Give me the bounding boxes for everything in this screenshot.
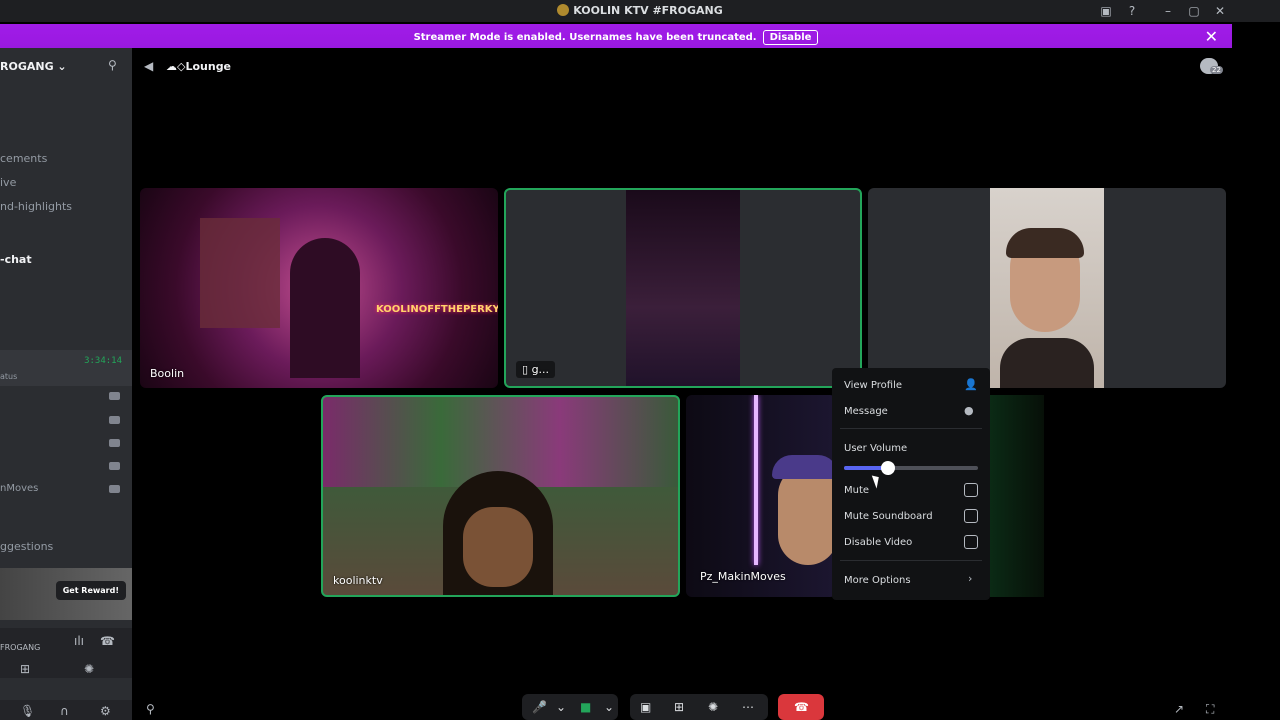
screen-share-icon[interactable]: ▣ [640, 700, 651, 714]
participant-count-badge: 22 [1210, 66, 1223, 74]
soundboard-icon[interactable]: ✺ [84, 662, 94, 676]
video-icon [109, 416, 120, 424]
participant-name: Pz_MakinMoves [700, 570, 786, 583]
more-icon[interactable]: ⋯ [742, 700, 754, 714]
participant-name: Boolin [150, 367, 185, 380]
mute-item[interactable]: Mute [844, 485, 869, 496]
video-tile-selected[interactable]: ▯ g... [504, 188, 862, 388]
video-stream [990, 188, 1104, 388]
video-icon [109, 485, 120, 493]
slider-handle[interactable] [881, 461, 896, 475]
channel-item[interactable]: nd-highlights [0, 200, 72, 213]
chat-bubble-icon: ● [964, 404, 974, 417]
disable-video-checkbox[interactable] [964, 535, 978, 549]
message-item[interactable]: Message [844, 406, 888, 417]
user-icon: 👤 [964, 378, 978, 391]
channel-item-active[interactable]: -chat [0, 253, 32, 266]
banner-text: Streamer Mode is enabled. Usernames have… [413, 32, 757, 43]
streamer-mode-banner: Streamer Mode is enabled. Usernames have… [0, 24, 1232, 48]
channel-item[interactable]: cements [0, 152, 47, 165]
pop-out-icon[interactable]: ↗ [1174, 702, 1184, 716]
headphones-icon[interactable]: ∩ [60, 704, 69, 718]
video-icon [109, 392, 120, 400]
user-context-menu: View Profile 👤 Message ● User Volume Mut… [832, 368, 990, 600]
activities-icon[interactable]: ⊞ [20, 662, 30, 676]
close-window-button[interactable]: ✕ [1212, 3, 1228, 19]
maximize-button[interactable]: ▢ [1186, 3, 1202, 19]
microphone-icon[interactable]: 🎙 [20, 704, 35, 718]
invite-people-icon[interactable]: ⚲ [146, 702, 155, 716]
video-icon [109, 462, 120, 470]
activities-icon[interactable]: ⊞ [674, 700, 684, 714]
disable-button[interactable]: Disable [762, 30, 819, 45]
video-tile-partial[interactable] [990, 395, 1044, 597]
activity-controls: ▣ ⊞ ✺ ⋯ [630, 694, 768, 720]
channel-sidebar: ROGANG ⌄ ⚲ cements ive nd-highlights -ch… [0, 48, 132, 720]
invite-icon[interactable]: ⚲ [108, 58, 117, 72]
mic-camera-controls: 🎤 ⌄ ■ ⌄ [522, 694, 618, 720]
voice-timer: 3:34:14 [84, 356, 122, 366]
mobile-icon: ▯ [522, 363, 532, 376]
user-volume-slider[interactable] [844, 461, 978, 475]
voice-connection-panel: FROGANG ılı ☎ ⊞ ✺ [0, 628, 132, 678]
reward-banner: Get Reward! [0, 568, 132, 620]
fullscreen-icon[interactable]: ⛶ [1206, 702, 1214, 717]
disconnect-icon[interactable]: ☎ [100, 634, 115, 648]
video-tile-selected[interactable]: koolinktv [321, 395, 680, 597]
led-strip [754, 395, 758, 565]
mute-soundboard-item[interactable]: Mute Soundboard [844, 511, 933, 522]
person-silhouette [290, 238, 360, 378]
person-face [463, 507, 533, 587]
video-tile[interactable]: KOOLINOFFTHEPERKY Boolin [140, 188, 498, 388]
chevron-down-icon[interactable]: ⌄ [604, 700, 614, 714]
view-profile-item[interactable]: View Profile [844, 380, 902, 391]
title-bar: KOOLIN KTV #FROGANG ▣ ? – ▢ ✕ [0, 0, 1280, 22]
close-banner-icon[interactable]: ✕ [1205, 27, 1218, 46]
voice-user-name[interactable]: nMoves [0, 483, 38, 494]
hangup-icon: ☎ [794, 700, 809, 714]
video-stream [626, 190, 740, 386]
window-title: KOOLIN KTV #FROGANG [0, 4, 1280, 17]
neon-sign: KOOLINOFFTHEPERKY [376, 304, 498, 315]
person-face [778, 465, 836, 565]
more-options-item[interactable]: More Options [844, 575, 911, 586]
get-reward-button[interactable]: Get Reward! [55, 581, 126, 600]
user-panel: 🎙 ∩ ⚙ [0, 700, 132, 720]
minimize-button[interactable]: – [1160, 3, 1176, 19]
menu-divider [840, 560, 982, 561]
soundwave-icon[interactable]: ılı [74, 634, 84, 648]
participant-name: koolinktv [333, 574, 383, 587]
app-logo-icon [557, 4, 570, 16]
camera-icon[interactable]: ■ [580, 700, 591, 714]
chevron-down-icon[interactable]: ⌄ [556, 700, 566, 714]
user-volume-label: User Volume [844, 443, 908, 454]
status-text: atus [0, 372, 18, 381]
menu-divider [840, 428, 982, 429]
channel-item[interactable]: ive [0, 176, 16, 189]
mute-soundboard-checkbox[interactable] [964, 509, 978, 523]
participant-name: ▯ g... [516, 361, 556, 378]
speaker-icon: ◀ [144, 59, 154, 73]
video-icon [109, 439, 120, 447]
disable-video-item[interactable]: Disable Video [844, 537, 912, 548]
mute-checkbox[interactable] [964, 483, 978, 497]
soundboard-icon[interactable]: ✺ [708, 700, 718, 714]
channel-item[interactable]: ggestions [0, 540, 53, 553]
voice-channel-text: FROGANG [0, 643, 41, 652]
hangup-button[interactable]: ☎ [778, 694, 824, 720]
inbox-icon[interactable]: ▣ [1098, 3, 1114, 19]
video-tile[interactable]: Pz_MakinMoves [686, 395, 836, 597]
chevron-right-icon: › [968, 572, 973, 585]
help-icon[interactable]: ? [1124, 3, 1140, 19]
chat-icon[interactable]: 22 [1200, 58, 1224, 78]
settings-gear-icon[interactable]: ⚙ [100, 704, 111, 718]
server-name[interactable]: ROGANG ⌄ [0, 60, 67, 73]
microphone-icon[interactable]: 🎤 [532, 700, 547, 714]
video-tile[interactable] [868, 188, 1226, 388]
mouse-cursor-icon [871, 473, 883, 489]
voice-channel-name: ☁◇Lounge [166, 60, 232, 73]
